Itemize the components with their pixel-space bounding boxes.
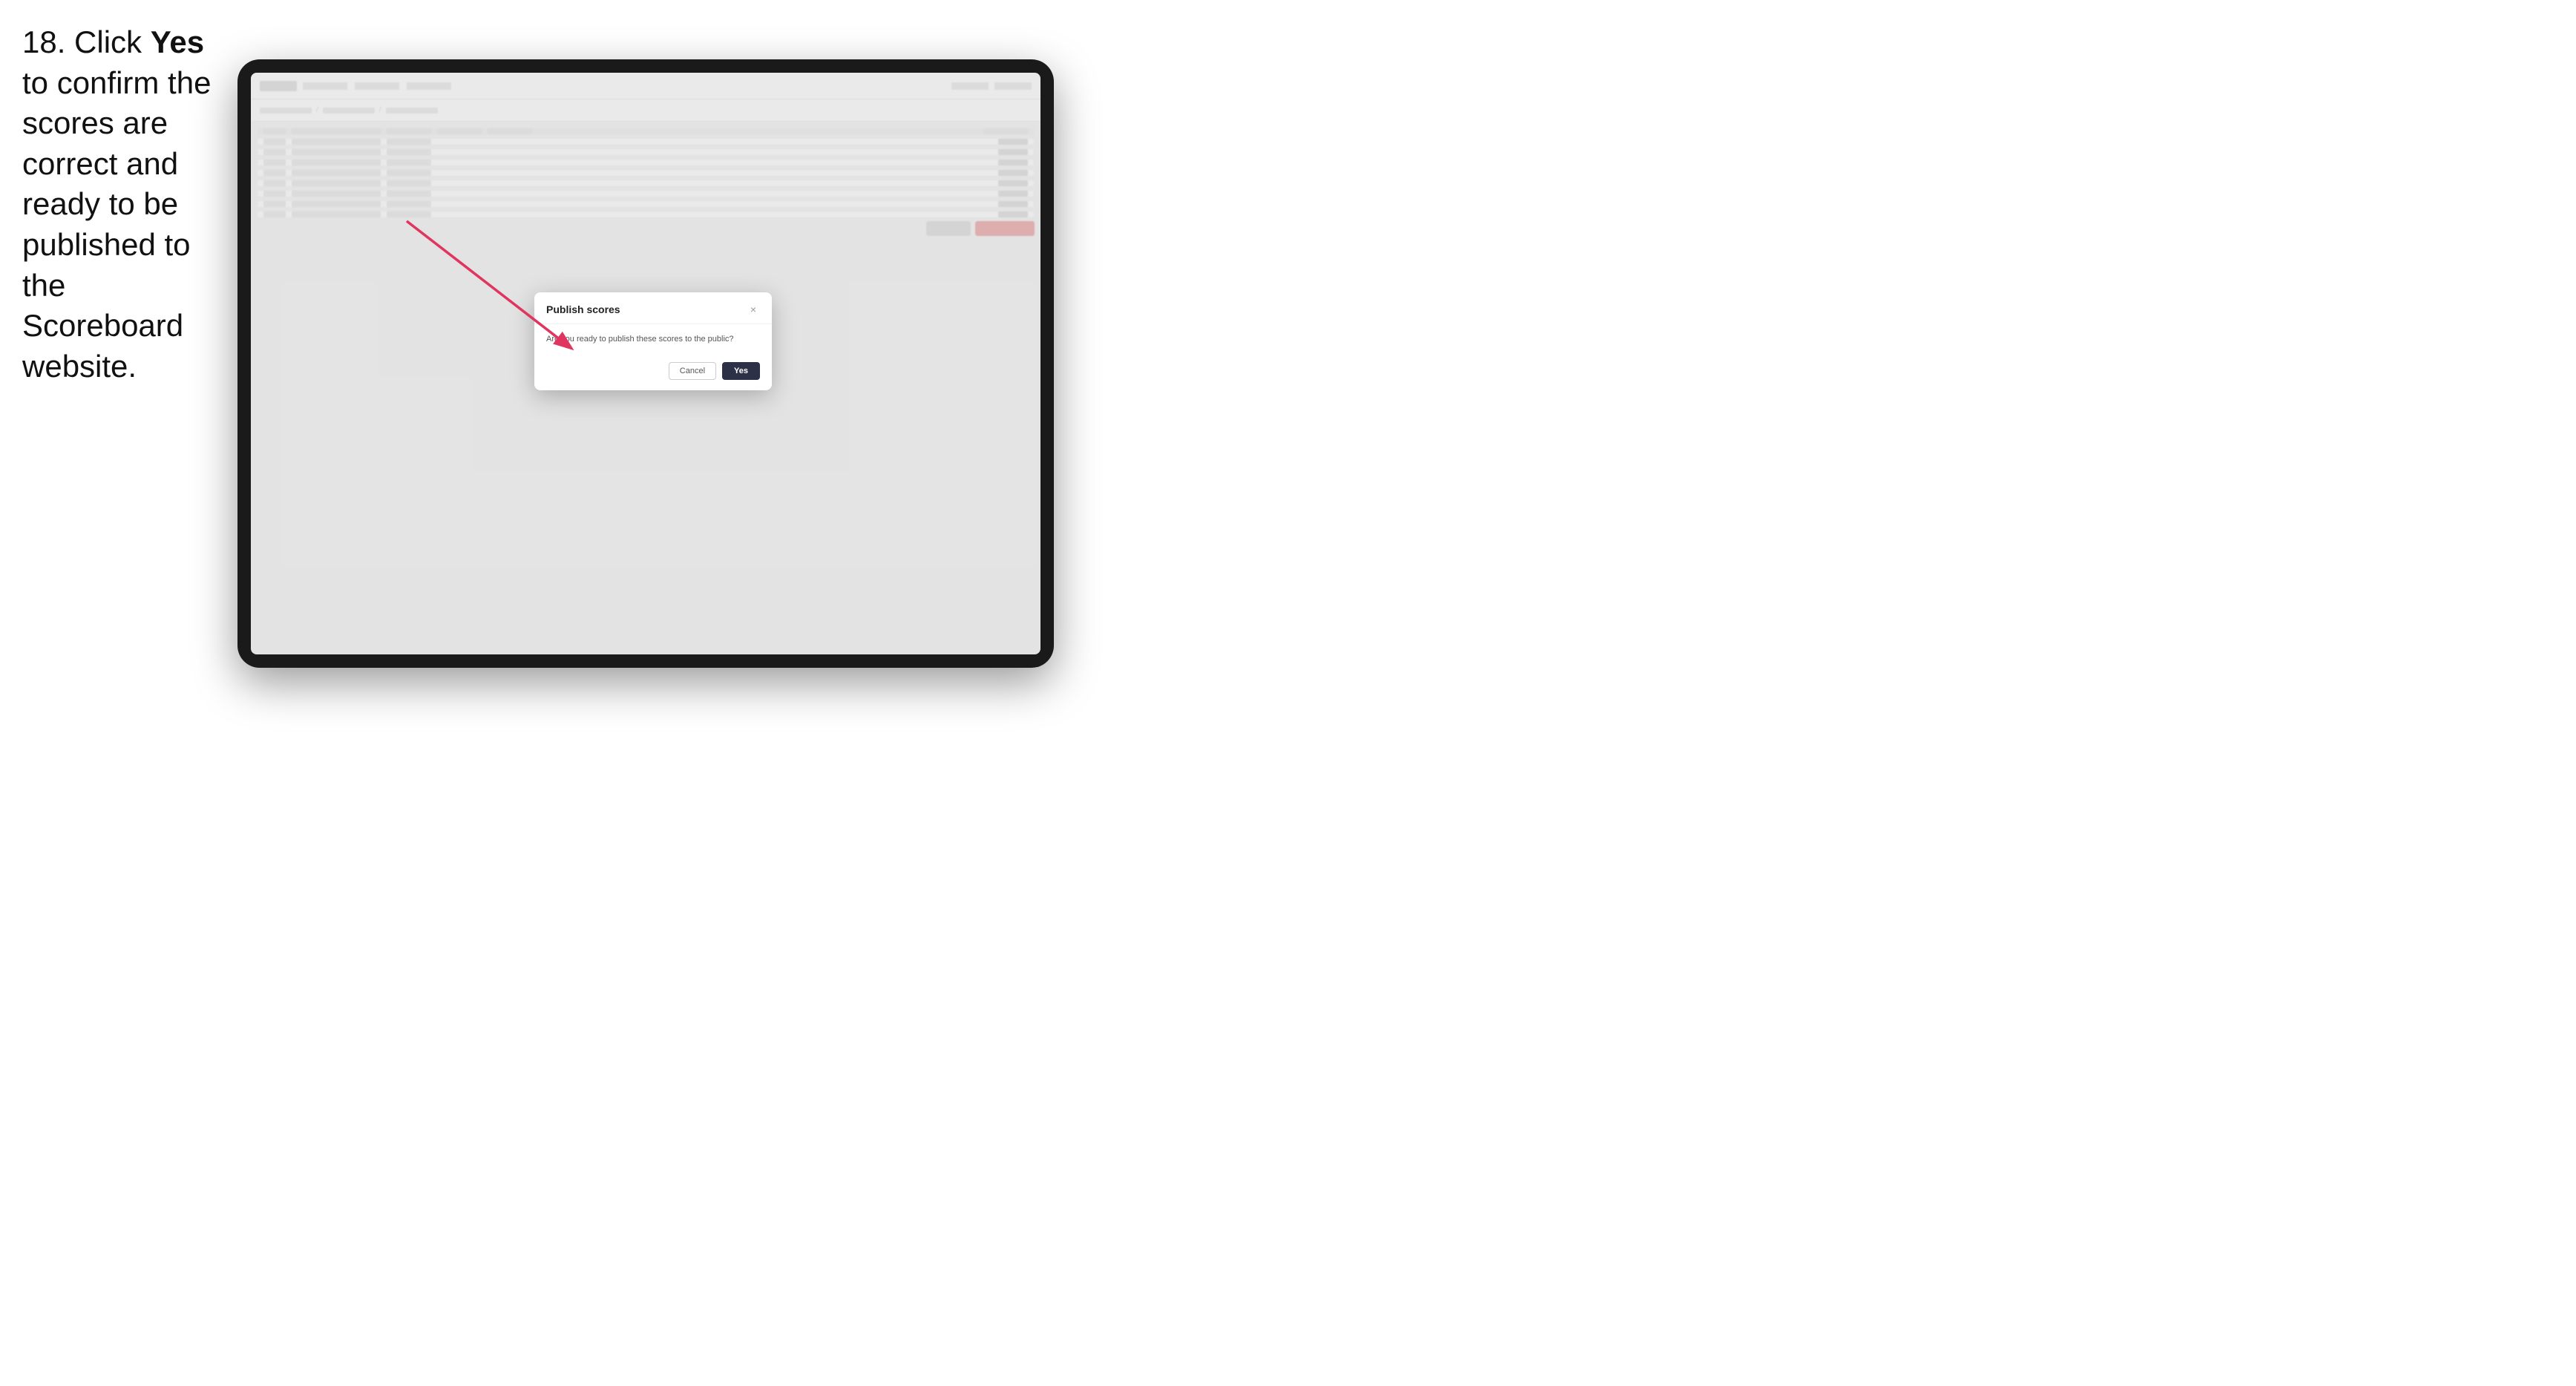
yes-button[interactable]: Yes: [722, 362, 760, 380]
bold-word: Yes: [151, 24, 204, 59]
tablet-screen: / /: [251, 73, 1040, 654]
instruction-text: 18. Click Yes to confirm the scores are …: [22, 22, 230, 387]
cancel-button[interactable]: Cancel: [669, 362, 716, 380]
modal-close-button[interactable]: ×: [747, 303, 760, 316]
modal-backdrop: Publish scores × Are you ready to publis…: [251, 73, 1040, 654]
publish-scores-modal: Publish scores × Are you ready to publis…: [534, 292, 772, 390]
modal-footer: Cancel Yes: [534, 355, 772, 390]
step-number: 18.: [22, 24, 65, 59]
modal-title: Publish scores: [546, 303, 620, 315]
tablet-device: / /: [237, 59, 1054, 668]
modal-body: Are you ready to publish these scores to…: [534, 324, 772, 355]
modal-header: Publish scores ×: [534, 292, 772, 324]
